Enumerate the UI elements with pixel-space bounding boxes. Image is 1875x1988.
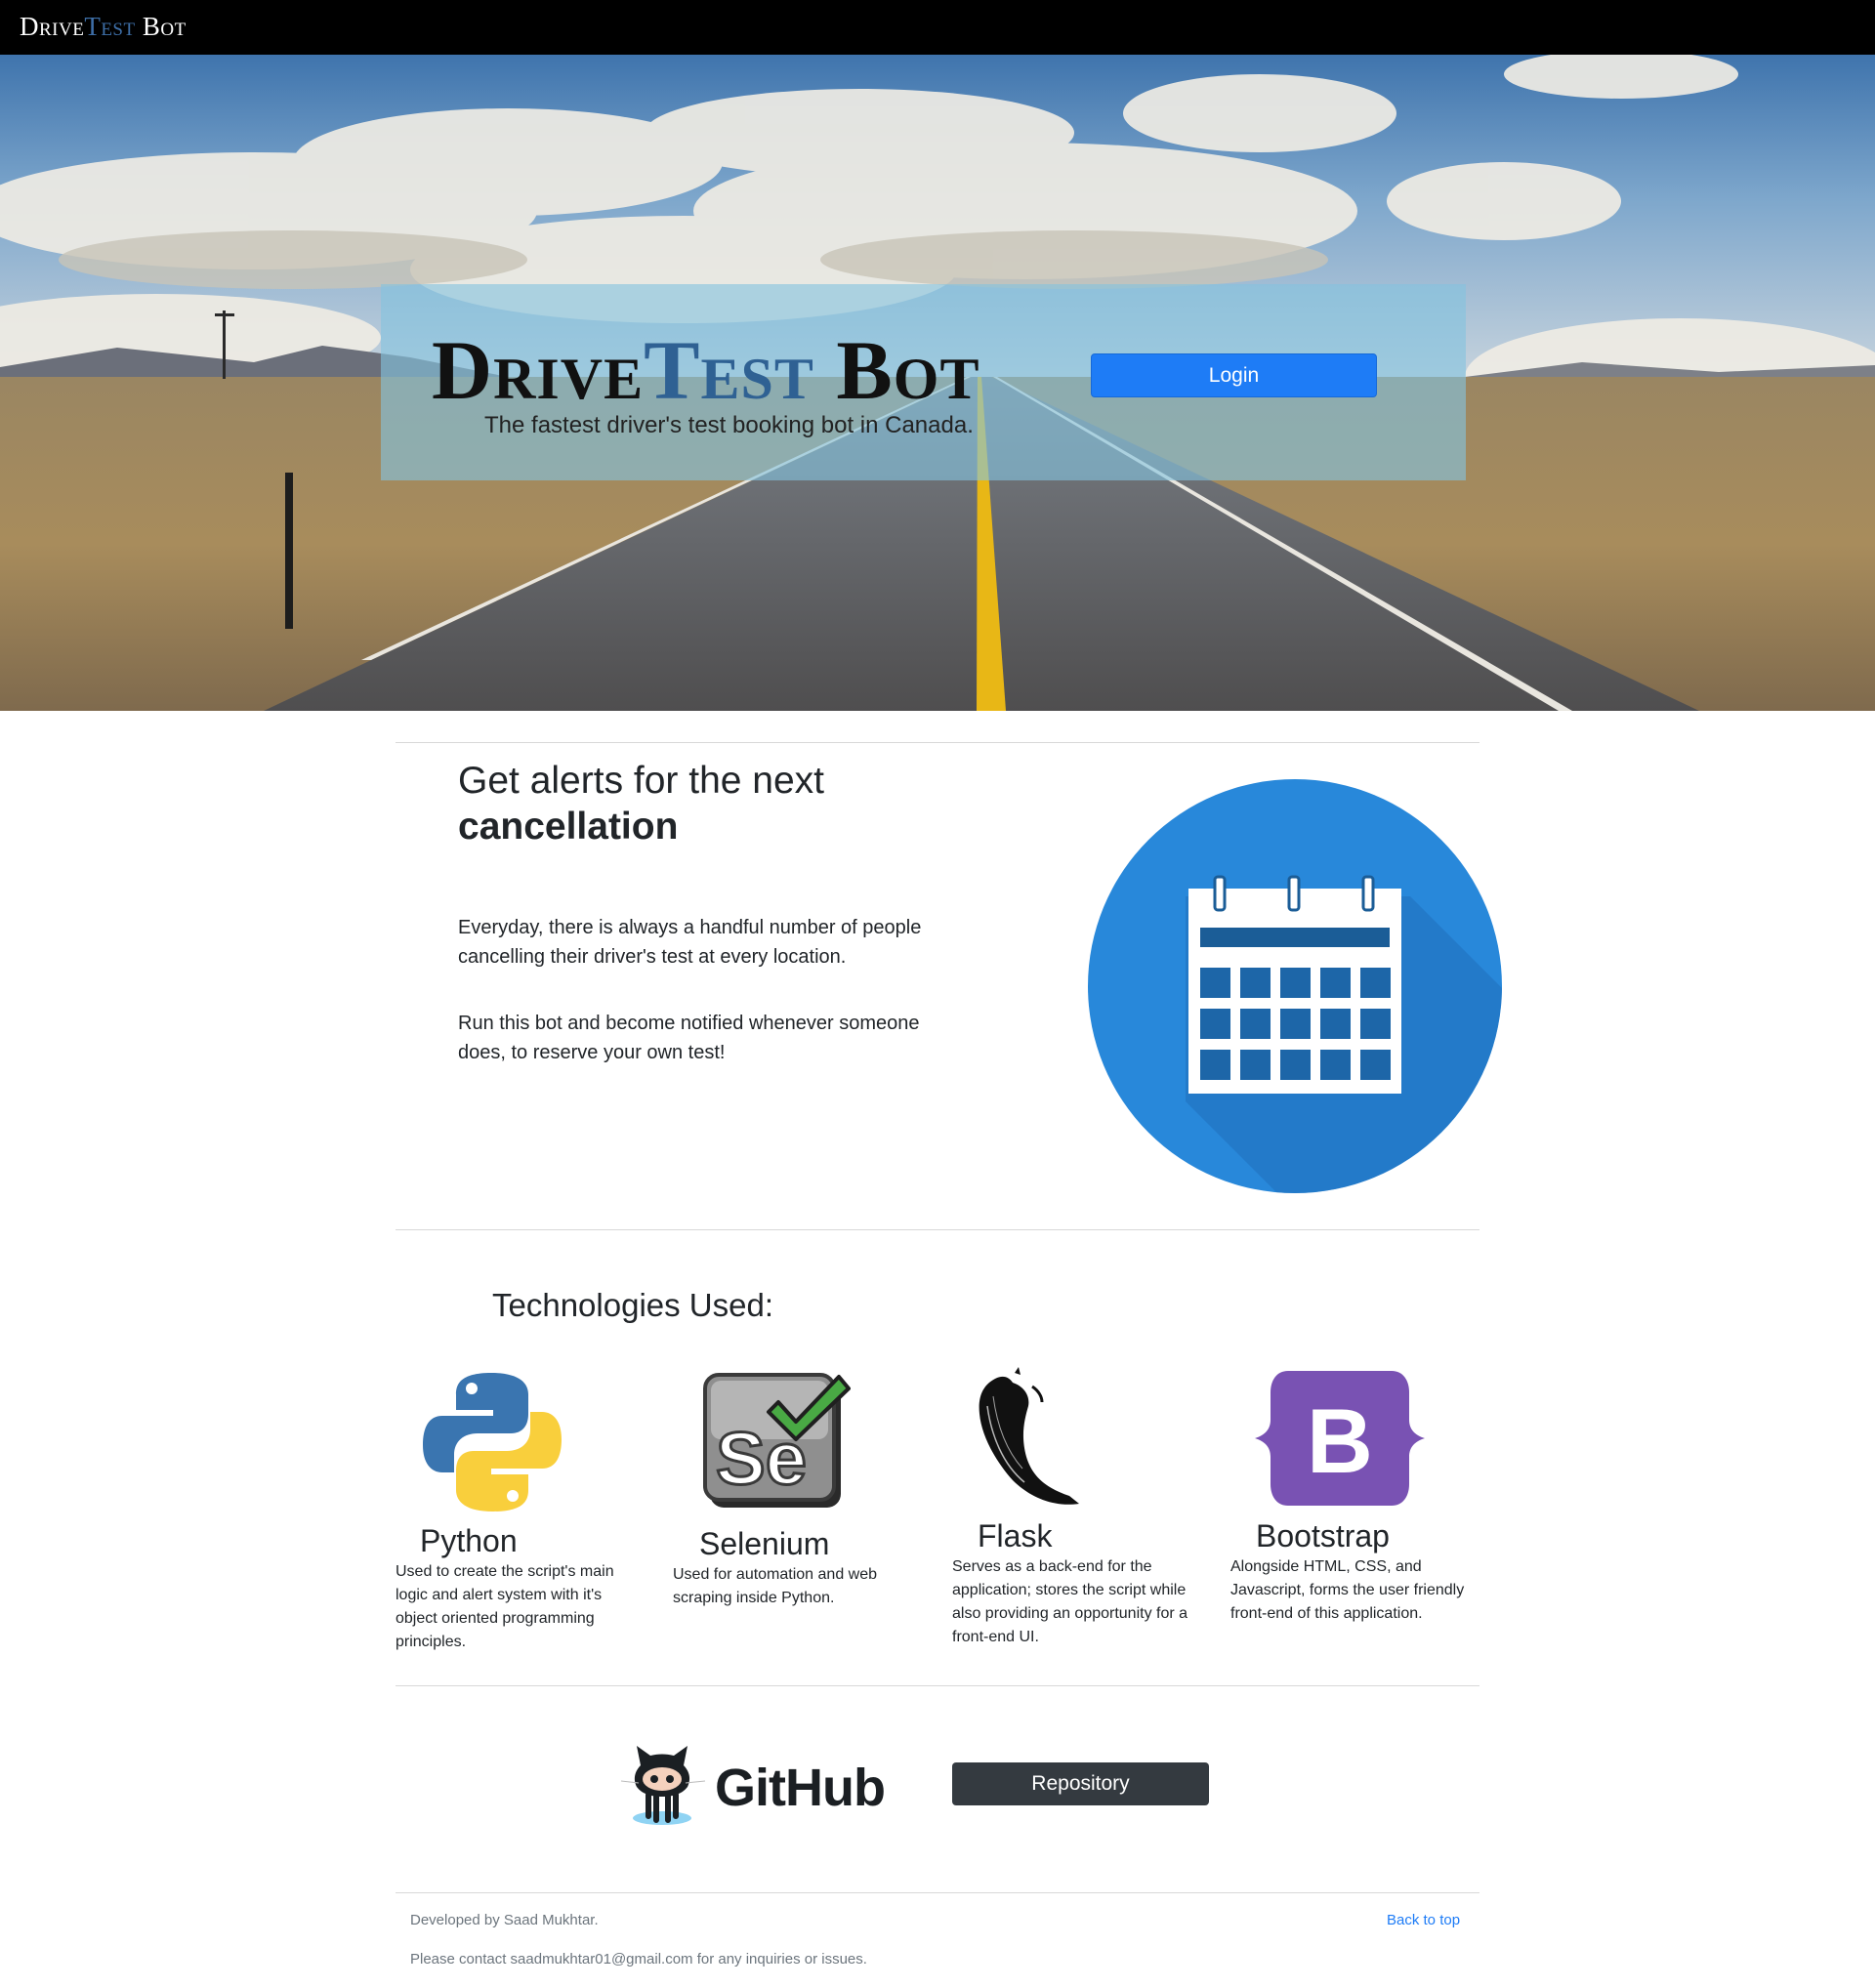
hero-banner: DriveTest Bot The fastest driver's test …	[0, 55, 1875, 711]
github-wordmark: GitHub	[715, 1759, 886, 1817]
flask-logo-icon	[979, 1367, 1079, 1505]
brand-part-2: Test	[84, 12, 136, 41]
bootstrap-logo-icon: B	[1255, 1371, 1425, 1506]
tech-card-flask: Flask Serves as a back-end for the appli…	[952, 1367, 1196, 1660]
divider	[396, 1685, 1479, 1686]
navbar-brand[interactable]: DriveTest Bot	[20, 12, 187, 42]
back-to-top-link[interactable]: Back to top	[1387, 1912, 1460, 1928]
technologies-heading: Technologies Used:	[492, 1287, 774, 1323]
hero-title: DriveTest Bot	[432, 321, 979, 419]
tech-name: Selenium	[699, 1526, 830, 1561]
hero-title-part-3: Bot	[813, 323, 980, 417]
hero-panel: DriveTest Bot The fastest driver's test …	[381, 284, 1466, 480]
repository-button[interactable]: Repository	[952, 1762, 1209, 1805]
tech-name: Bootstrap	[1256, 1518, 1390, 1553]
hero-title-part-2: Test	[644, 323, 814, 417]
tech-card-bootstrap: B Bootstrap Alongside HTML, CSS, and Jav…	[1230, 1367, 1475, 1660]
footer-contact: Please contact saadmukhtar01@gmail.com f…	[410, 1951, 867, 1967]
tech-description: Used to create the script's main logic a…	[396, 1563, 614, 1650]
tech-name: Python	[420, 1523, 518, 1558]
tech-description: Used for automation and web scraping ins…	[673, 1566, 878, 1606]
tech-description: Alongside HTML, CSS, and Javascript, for…	[1230, 1558, 1465, 1622]
alerts-paragraph-1: Everyday, there is always a handful numb…	[458, 917, 922, 968]
alerts-heading: Get alerts for the next cancellation	[458, 758, 824, 849]
brand-part-1: Drive	[20, 12, 85, 41]
octocat-icon	[620, 1746, 706, 1825]
divider	[396, 742, 1479, 743]
login-button[interactable]: Login	[1091, 353, 1377, 397]
brand-part-3: Bot	[135, 12, 187, 41]
alerts-paragraph-2: Run this bot and become notified wheneve…	[458, 1013, 920, 1063]
tech-name: Flask	[978, 1518, 1053, 1553]
alerts-heading-line-1: Get alerts for the next	[458, 760, 825, 802]
hero-title-part-1: Drive	[432, 323, 645, 417]
divider	[396, 1229, 1479, 1230]
calendar-icon	[1088, 779, 1502, 1198]
python-logo-icon	[423, 1373, 562, 1512]
selenium-logo-icon: Se	[703, 1373, 851, 1508]
divider	[396, 1892, 1479, 1893]
tech-description: Serves as a back-end for the application…	[952, 1558, 1188, 1645]
tech-card-selenium: Se Selenium Used for automation and web …	[673, 1367, 907, 1660]
tech-card-python: Python Used to create the script's main …	[396, 1367, 630, 1660]
alerts-heading-line-2: cancellation	[458, 806, 679, 848]
hero-subtitle: The fastest driver's test booking bot in…	[484, 412, 974, 438]
footer-developed-by: Developed by Saad Mukhtar.	[410, 1912, 599, 1928]
svg-text:B: B	[1307, 1389, 1373, 1492]
navbar: DriveTest Bot	[0, 0, 1875, 55]
